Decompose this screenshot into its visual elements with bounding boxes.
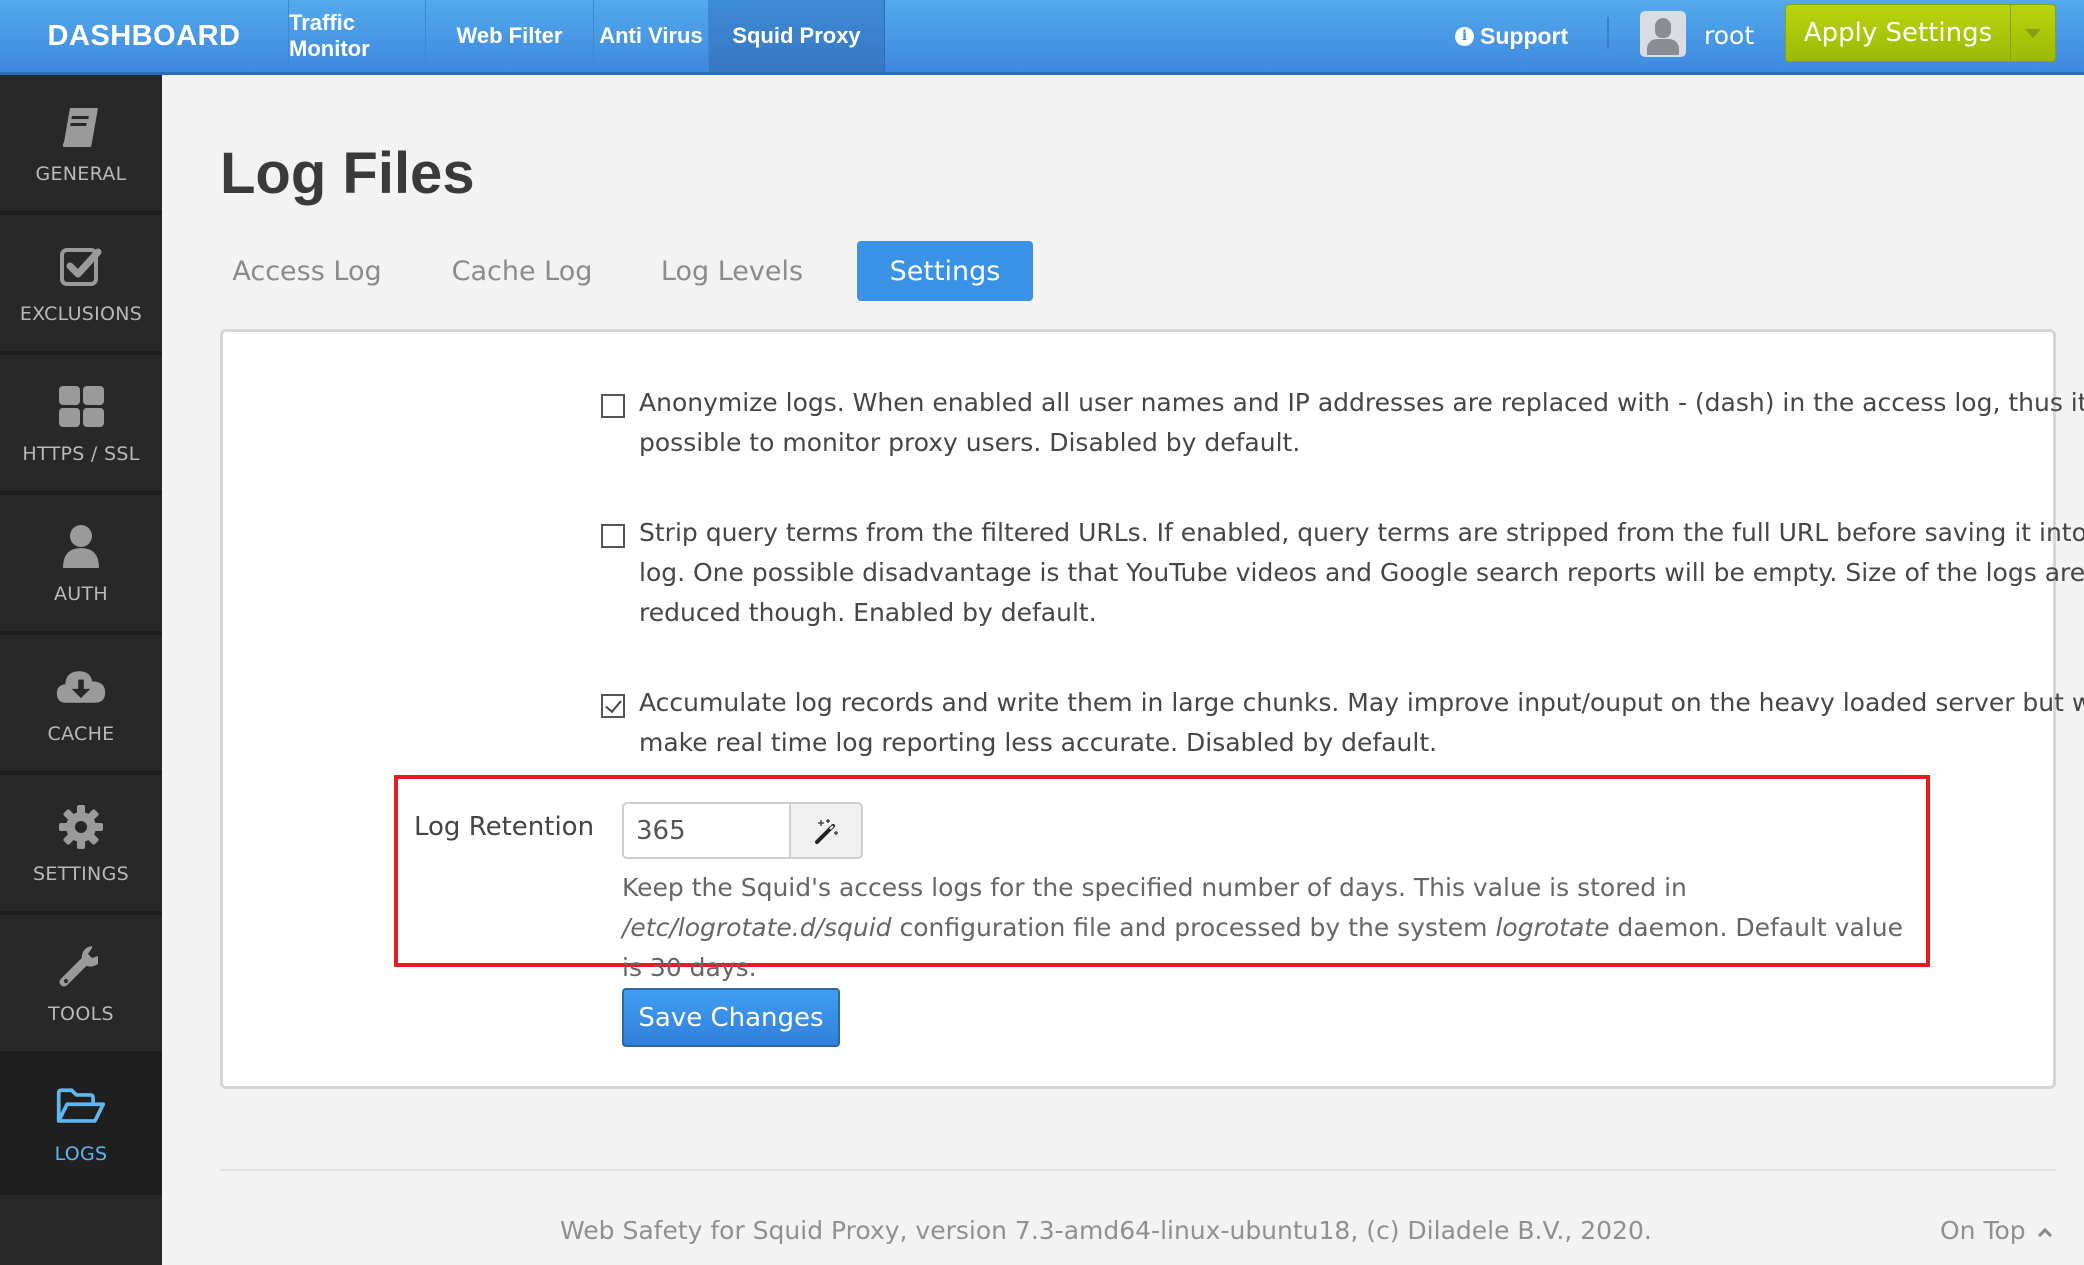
nav-divider [1607,17,1609,49]
anonymize-checkbox[interactable] [601,394,625,418]
caret-down-icon [2025,28,2041,38]
sidebar-item-tools[interactable]: TOOLS [0,915,162,1055]
footer-copyright: Web Safety for Squid Proxy, version 7.3-… [560,1216,1652,1245]
username-link[interactable]: root [1704,0,1754,70]
apply-settings-button[interactable]: Apply Settings [1786,5,2011,61]
magic-wand-icon [815,818,838,844]
strip-query-description: Strip query terms from the filtered URLs… [639,518,2084,627]
sidebar-item-https-ssl[interactable]: HTTPS / SSL [0,355,162,495]
strip-query-checkbox[interactable] [601,524,625,548]
tab-cache-log[interactable]: Cache Log [447,241,597,301]
page-title: Log Files [220,141,475,206]
save-changes-button[interactable]: Save Changes [622,988,840,1047]
sidebar: GENERAL EXCLUSIONS HTTPS / SSL AUTH CACH… [0,75,162,1265]
sidebar-item-logs[interactable]: LOGS [0,1055,162,1195]
option-strip-query: Strip query terms from the filtered URLs… [601,513,2084,633]
nav-web-filter[interactable]: Web Filter [425,0,593,72]
sidebar-item-auth[interactable]: AUTH [0,495,162,635]
sidebar-label: AUTH [54,583,108,605]
on-top-link[interactable]: On Top [1940,1216,2052,1245]
sidebar-label: GENERAL [35,163,127,185]
option-anonymize: Anonymize logs. When enabled all user na… [601,383,2084,463]
help-path: /etc/logrotate.d/squid [622,913,892,942]
anonymize-description: Anonymize logs. When enabled all user na… [639,388,2084,457]
accumulate-checkbox[interactable] [601,694,625,718]
chevron-up-icon [2037,1227,2052,1242]
on-top-label: On Top [1940,1216,2026,1245]
folder-open-icon [55,1081,107,1133]
nav-traffic-monitor[interactable]: Traffic Monitor [288,0,425,72]
tab-log-levels[interactable]: Log Levels [652,241,812,301]
tab-settings[interactable]: Settings [857,241,1033,301]
log-retention-input[interactable] [622,802,790,859]
gear-icon [55,801,107,853]
book-icon [55,101,107,153]
user-icon [55,521,107,573]
help-daemon: logrotate [1495,913,1610,942]
nav-anti-virus[interactable]: Anti Virus [593,0,708,72]
footer-divider [220,1169,2056,1171]
sidebar-label: HTTPS / SSL [22,443,140,465]
tab-access-log[interactable]: Access Log [222,241,392,301]
help-text: configuration file and processed by the … [891,913,1496,942]
sidebar-label: LOGS [54,1143,108,1165]
log-retention-help: Keep the Squid's access logs for the spe… [622,868,1922,988]
top-navbar: DASHBOARD Traffic Monitor Web Filter Ant… [0,0,2084,75]
nav-squid-proxy[interactable]: Squid Proxy [708,0,885,72]
sidebar-item-exclusions[interactable]: EXCLUSIONS [0,215,162,355]
grid-icon [55,381,107,433]
support-link[interactable]: i Support [1455,0,1568,72]
info-circle-icon: i [1455,26,1474,46]
apply-settings-dropdown[interactable] [2011,5,2055,61]
check-square-icon [55,241,107,293]
sidebar-label: TOOLS [48,1003,114,1025]
help-text: Keep the Squid's access logs for the spe… [622,873,1687,902]
sidebar-item-settings[interactable]: SETTINGS [0,775,162,915]
sidebar-item-cache[interactable]: CACHE [0,635,162,775]
apply-settings-button-group: Apply Settings [1785,4,2056,62]
sidebar-label: CACHE [47,723,115,745]
log-retention-label: Log Retention [414,812,595,842]
support-label: Support [1480,22,1569,49]
user-avatar-icon[interactable] [1640,11,1686,57]
dashboard-link[interactable]: DASHBOARD [0,0,288,72]
option-accumulate: Accumulate log records and write them in… [601,683,2084,763]
accumulate-description: Accumulate log records and write them in… [639,688,2084,757]
sidebar-label: EXCLUSIONS [19,303,143,325]
magic-wand-button[interactable] [789,802,863,859]
sidebar-item-general[interactable]: GENERAL [0,75,162,215]
cloud-download-icon [55,661,107,713]
wrench-icon [55,941,107,993]
sidebar-label: SETTINGS [33,863,129,885]
